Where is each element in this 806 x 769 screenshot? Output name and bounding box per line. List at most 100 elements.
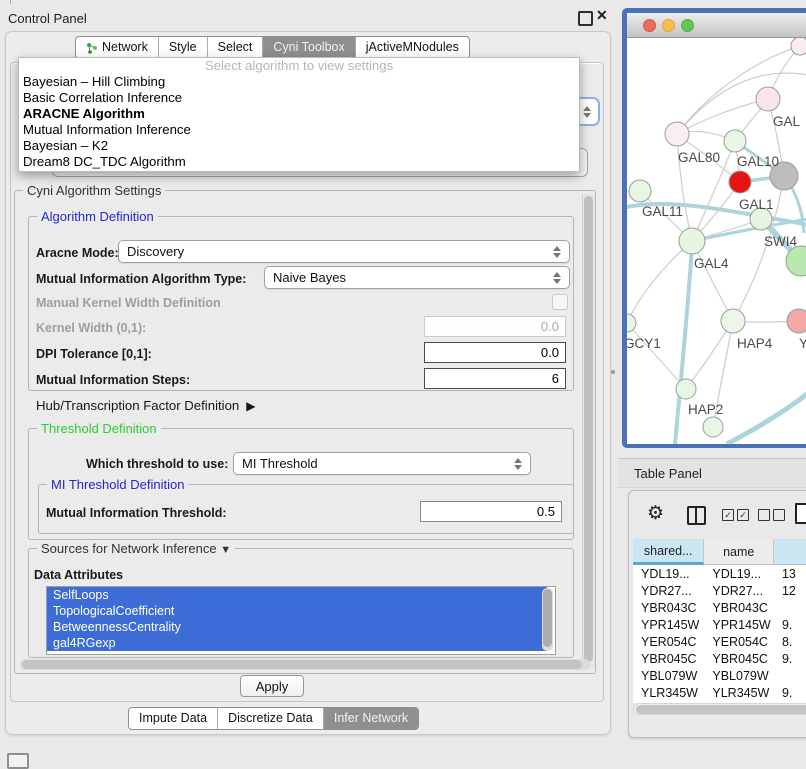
- top-left-tick: [10, 0, 11, 4]
- node-hap4[interactable]: [721, 309, 745, 333]
- dropdown-item[interactable]: Bayesian – K2: [19, 138, 579, 154]
- node-label: GAL: [773, 114, 801, 129]
- aracne-mode-value: Discovery: [127, 244, 184, 259]
- tab-infer-network[interactable]: Infer Network: [323, 708, 418, 729]
- combo-spinner-icon: [583, 106, 591, 118]
- combo-spinner-icon: [553, 246, 561, 258]
- tab-style[interactable]: Style: [158, 37, 207, 58]
- tab-jactivemnodules[interactable]: jActiveMNodules: [355, 37, 469, 58]
- column-header-shared-name[interactable]: shared...: [633, 539, 704, 565]
- dropdown-item-selected[interactable]: ARACNE Algorithm: [19, 106, 579, 122]
- node-label: GAL10: [737, 154, 779, 169]
- node-unlabeled[interactable]: [791, 38, 806, 55]
- sources-group-toggle[interactable]: Sources for Network Inference ▼: [37, 541, 235, 556]
- node-unlabeled[interactable]: [703, 417, 723, 437]
- split-columns-icon[interactable]: [687, 506, 706, 525]
- tab-network[interactable]: Network: [76, 37, 158, 58]
- table-row[interactable]: YDR27...YDR27...12: [633, 582, 806, 599]
- mi-type-combo[interactable]: Naive Bayes: [264, 266, 570, 289]
- apply-button[interactable]: Apply: [240, 675, 304, 697]
- table-header-row: shared... name: [633, 539, 806, 565]
- top-tab-bar: Network Style Select Cyni Toolbox jActiv…: [75, 36, 470, 59]
- mini-grid-button[interactable]: [7, 753, 29, 769]
- tab-discretize-data[interactable]: Discretize Data: [217, 708, 323, 729]
- page-icon[interactable]: [795, 503, 806, 524]
- data-attributes-list: SelfLoops TopologicalCoefficient Between…: [46, 586, 556, 655]
- close-traffic-light[interactable]: [643, 19, 656, 32]
- tab-cyni-toolbox[interactable]: Cyni Toolbox: [262, 37, 354, 58]
- node-gal1[interactable]: [729, 171, 751, 193]
- panel-title: Control Panel: [8, 11, 87, 26]
- node-gal10[interactable]: [724, 130, 746, 152]
- expanded-arrow-icon: ▼: [220, 544, 231, 556]
- mi-threshold-field[interactable]: 0.5: [420, 501, 562, 522]
- combo-spinner-icon: [514, 458, 522, 470]
- threshold-definition-title: Threshold Definition: [37, 421, 161, 436]
- dropdown-item[interactable]: Dream8 DC_TDC Algorithm: [19, 154, 579, 170]
- dropdown-item[interactable]: Mutual Information Inference: [19, 122, 579, 138]
- list-item[interactable]: gal4RGexp: [47, 635, 547, 651]
- checked-boxes-icon[interactable]: ✓ ✓: [722, 509, 749, 521]
- node-hap2[interactable]: [676, 379, 696, 399]
- table-row[interactable]: YDL19...YDL19...13: [633, 565, 806, 582]
- minimize-traffic-light[interactable]: [662, 19, 675, 32]
- node-label: GCY1: [627, 336, 661, 351]
- node-label: GAL11: [642, 204, 683, 219]
- node-label: SWI4: [764, 234, 797, 249]
- table-row[interactable]: YBR045CYBR045C9.: [633, 650, 806, 667]
- table-panel-card: ⚙ ✓ ✓ shared... name YDL19...YDL19...13 …: [628, 490, 806, 738]
- settings-vertical-scrollbar[interactable]: [582, 194, 595, 668]
- close-icon[interactable]: ✕: [596, 7, 608, 24]
- node-gal80[interactable]: [665, 122, 689, 146]
- dropdown-placeholder: Select algorithm to view settings: [19, 58, 579, 74]
- table-toolbar: ⚙ ✓ ✓: [643, 505, 806, 529]
- mi-steps-label: Mutual Information Steps:: [36, 373, 190, 387]
- hub-section-toggle[interactable]: Hub/Transcription Factor Definition ▶: [36, 398, 256, 413]
- node-gal[interactable]: [756, 87, 780, 111]
- float-button[interactable]: [578, 11, 593, 26]
- unchecked-boxes-icon[interactable]: [758, 509, 785, 521]
- node-gcy1[interactable]: [627, 314, 636, 332]
- zoom-traffic-light[interactable]: [681, 19, 694, 32]
- list-item[interactable]: TopologicalCoefficient: [47, 603, 547, 619]
- node-label: HAP2: [688, 402, 723, 417]
- column-header-name[interactable]: name: [704, 539, 774, 565]
- table-horizontal-scrollbar[interactable]: [633, 703, 806, 715]
- table-row[interactable]: YBL079WYBL079W: [633, 667, 806, 684]
- combo-spinner-icon: [553, 272, 561, 284]
- node-y[interactable]: [787, 309, 806, 333]
- dropdown-item[interactable]: Basic Correlation Inference: [19, 90, 579, 106]
- aracne-mode-combo[interactable]: Discovery: [118, 240, 570, 263]
- node-gal4[interactable]: [679, 228, 705, 254]
- network-canvas[interactable]: GAL GAL80 GAL10 GAL1 GAL11 GAL4 SWI4 GCY…: [627, 38, 806, 444]
- which-threshold-combo[interactable]: MI Threshold: [233, 452, 531, 475]
- column-header-partial[interactable]: [774, 539, 806, 565]
- panel-splitter-handle[interactable]: [611, 370, 615, 374]
- bottom-tab-bar: Impute Data Discretize Data Infer Networ…: [128, 707, 419, 730]
- dropdown-item[interactable]: Bayesian – Hill Climbing: [19, 74, 579, 90]
- node-table: shared... name YDL19...YDL19...13 YDR27.…: [633, 539, 806, 703]
- gear-icon[interactable]: ⚙: [647, 502, 664, 525]
- table-row[interactable]: YPR145WYPR145W9.: [633, 616, 806, 633]
- list-item[interactable]: SelfLoops: [47, 587, 547, 603]
- table-row[interactable]: YER054CYER054C8.: [633, 633, 806, 650]
- mi-steps-field[interactable]: 6: [424, 368, 566, 389]
- tab-impute-data[interactable]: Impute Data: [129, 708, 217, 729]
- dpi-tolerance-label: DPI Tolerance [0,1]:: [36, 347, 152, 361]
- dpi-tolerance-field[interactable]: 0.0: [424, 342, 566, 363]
- table-row[interactable]: YLR345WYLR345W9.: [633, 684, 806, 701]
- settings-horizontal-scrollbar[interactable]: [20, 659, 590, 670]
- control-panel: Control Panel ✕ Network Style Select Cyn…: [0, 0, 618, 762]
- kernel-width-label: Kernel Width (0,1):: [36, 321, 146, 335]
- aracne-mode-label: Aracne Mode:: [36, 246, 119, 260]
- collapsed-arrow-icon: ▶: [246, 399, 255, 413]
- list-vertical-scrollbar[interactable]: [542, 588, 553, 651]
- tab-select[interactable]: Select: [207, 37, 263, 58]
- apply-button-label: Apply: [256, 679, 289, 694]
- table-row[interactable]: YBR043CYBR043C: [633, 599, 806, 616]
- node-gal11[interactable]: [629, 180, 651, 202]
- manual-kernel-checkbox[interactable]: [552, 294, 568, 310]
- list-item[interactable]: BetweennessCentrality: [47, 619, 547, 635]
- network-window-titlebar[interactable]: [627, 13, 806, 38]
- kernel-width-field[interactable]: 0.0: [424, 316, 566, 337]
